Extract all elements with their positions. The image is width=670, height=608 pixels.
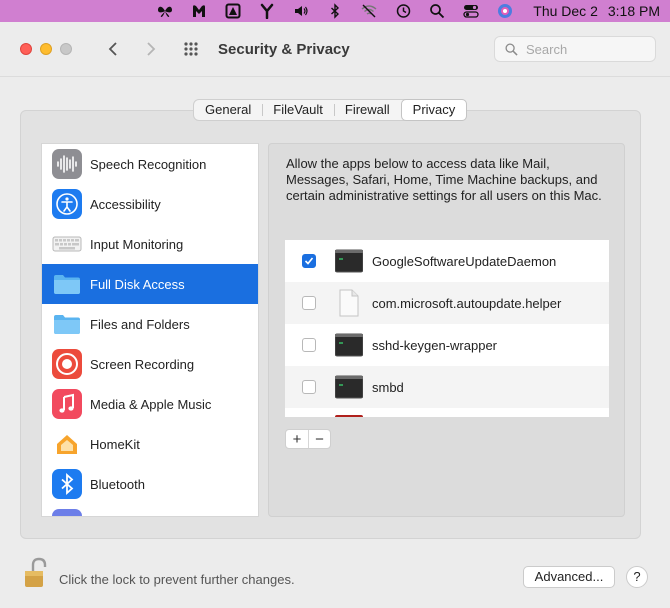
terminal-icon <box>335 331 363 359</box>
sidebar-item-input-monitoring[interactable]: Input Monitoring <box>42 224 258 264</box>
sidebar-item-label: Screen Recording <box>90 356 195 372</box>
list-item[interactable]: com.microsoft.autoupdate.helper <box>285 282 609 324</box>
sidebar-item-label: Bluetooth <box>90 476 145 492</box>
sidebar-item-label: Accessibility <box>90 196 161 212</box>
sidebar-item-label: Files and Folders <box>90 316 190 332</box>
menubar-time: 3:18 PM <box>607 3 660 19</box>
vpn-icon[interactable] <box>219 0 247 22</box>
bluetooth-icon <box>52 469 82 499</box>
home-icon <box>52 429 82 459</box>
sidebar-item-label: HomeKit <box>90 436 140 452</box>
document-icon <box>335 289 363 317</box>
window-title: Security & Privacy <box>218 40 350 58</box>
sidebar-item-label: Input Monitoring <box>90 236 184 252</box>
app-checkbox[interactable] <box>302 254 316 268</box>
app-list[interactable]: GoogleSoftwareUpdateDaemon com.microsoft… <box>285 240 609 417</box>
butterfly-icon[interactable] <box>151 0 179 22</box>
search-input[interactable] <box>526 41 646 57</box>
tab-bar: General FileVault Firewall Privacy <box>193 99 468 121</box>
sidebar-item-files-and-folders[interactable]: Files and Folders <box>42 304 258 344</box>
app-name: com.microsoft.autoupdate.helper <box>372 295 562 311</box>
back-button[interactable] <box>100 36 126 62</box>
siri-icon[interactable] <box>491 0 519 22</box>
lock-icon[interactable] <box>24 557 48 589</box>
app-icon <box>335 415 363 417</box>
menubar-date: Thu Dec 2 <box>533 3 598 19</box>
app-checkbox[interactable] <box>302 296 316 310</box>
sidebar-item-screen-recording[interactable]: Screen Recording <box>42 344 258 384</box>
accessibility-icon <box>52 189 82 219</box>
speech-recognition-icon <box>52 149 82 179</box>
list-item[interactable]: smbd <box>285 366 609 408</box>
sidebar-item-full-disk-access[interactable]: Full Disk Access <box>42 264 258 304</box>
tab-privacy[interactable]: Privacy <box>400 99 468 121</box>
chevron-right-icon <box>147 42 156 56</box>
keyboard-icon <box>52 229 82 259</box>
control-center-icon[interactable] <box>457 0 485 22</box>
minimize-window-button[interactable] <box>40 43 52 55</box>
show-all-button[interactable] <box>180 36 206 62</box>
sidebar-item-label: Speech Recognition <box>90 156 207 172</box>
app-name: sshd-keygen-wrapper <box>372 337 498 353</box>
wifi-off-icon[interactable] <box>355 0 383 22</box>
terminal-icon <box>335 247 363 275</box>
sidebar-item-label: Media & Apple Music <box>90 396 212 412</box>
title-bar: Security & Privacy <box>0 22 670 76</box>
search-field[interactable] <box>494 36 656 62</box>
checkmark-icon <box>304 257 314 265</box>
app-icon <box>52 509 82 516</box>
privacy-category-list[interactable]: Speech Recognition Accessibility Input M… <box>41 143 259 517</box>
security-privacy-window: Security & Privacy General FileVault Fir… <box>0 22 670 608</box>
music-icon <box>52 389 82 419</box>
add-remove-control: + − <box>285 429 331 449</box>
volume-icon[interactable] <box>287 0 315 22</box>
screen-recording-icon <box>52 349 82 379</box>
bluetooth-icon[interactable] <box>321 0 349 22</box>
sidebar-item-media-apple-music[interactable]: Media & Apple Music <box>42 384 258 424</box>
menu-bar: Thu Dec 2 3:18 PM <box>0 0 670 22</box>
fork-icon[interactable] <box>253 0 281 22</box>
window-controls <box>20 43 80 55</box>
time-machine-icon[interactable] <box>389 0 417 22</box>
list-item[interactable]: GoogleSoftwareUpdateDaemon <box>285 240 609 282</box>
title-divider <box>0 76 670 77</box>
close-window-button[interactable] <box>20 43 32 55</box>
folder-icon <box>52 309 82 339</box>
terminal-icon <box>335 373 363 401</box>
remove-app-button[interactable]: − <box>308 430 330 448</box>
list-item[interactable]: sshd-keygen-wrapper <box>285 324 609 366</box>
advanced-button[interactable]: Advanced... <box>523 566 615 588</box>
tab-general[interactable]: General <box>194 100 262 120</box>
tab-firewall[interactable]: Firewall <box>333 100 401 120</box>
app-name: GoogleSoftwareUpdateDaemon <box>372 253 557 269</box>
help-button[interactable]: ? <box>626 566 648 588</box>
spotlight-search-icon[interactable] <box>423 0 451 22</box>
chevron-left-icon <box>108 42 117 56</box>
folder-icon <box>52 269 82 299</box>
forward-button[interactable] <box>138 36 164 62</box>
add-app-button[interactable]: + <box>286 430 308 448</box>
zoom-window-button[interactable] <box>60 43 72 55</box>
sidebar-item-partial[interactable] <box>42 504 258 516</box>
app-checkbox[interactable] <box>302 380 316 394</box>
sidebar-item-bluetooth[interactable]: Bluetooth <box>42 464 258 504</box>
description-text: Allow the apps below to access data like… <box>286 156 602 203</box>
sidebar-item-label: Full Disk Access <box>90 276 185 292</box>
tab-filevault[interactable]: FileVault <box>262 100 334 120</box>
list-item[interactable] <box>285 408 609 417</box>
app-checkbox[interactable] <box>302 338 316 352</box>
sidebar-item-homekit[interactable]: HomeKit <box>42 424 258 464</box>
search-icon <box>505 42 518 56</box>
lock-status-text: Click the lock to prevent further change… <box>59 572 295 587</box>
grid-icon <box>184 42 198 56</box>
sidebar-item-speech-recognition[interactable]: Speech Recognition <box>42 144 258 184</box>
app-name: smbd <box>372 379 404 395</box>
sidebar-item-accessibility[interactable]: Accessibility <box>42 184 258 224</box>
malwarebytes-icon[interactable] <box>185 0 213 22</box>
menubar-clock[interactable]: Thu Dec 2 3:18 PM <box>533 3 660 19</box>
